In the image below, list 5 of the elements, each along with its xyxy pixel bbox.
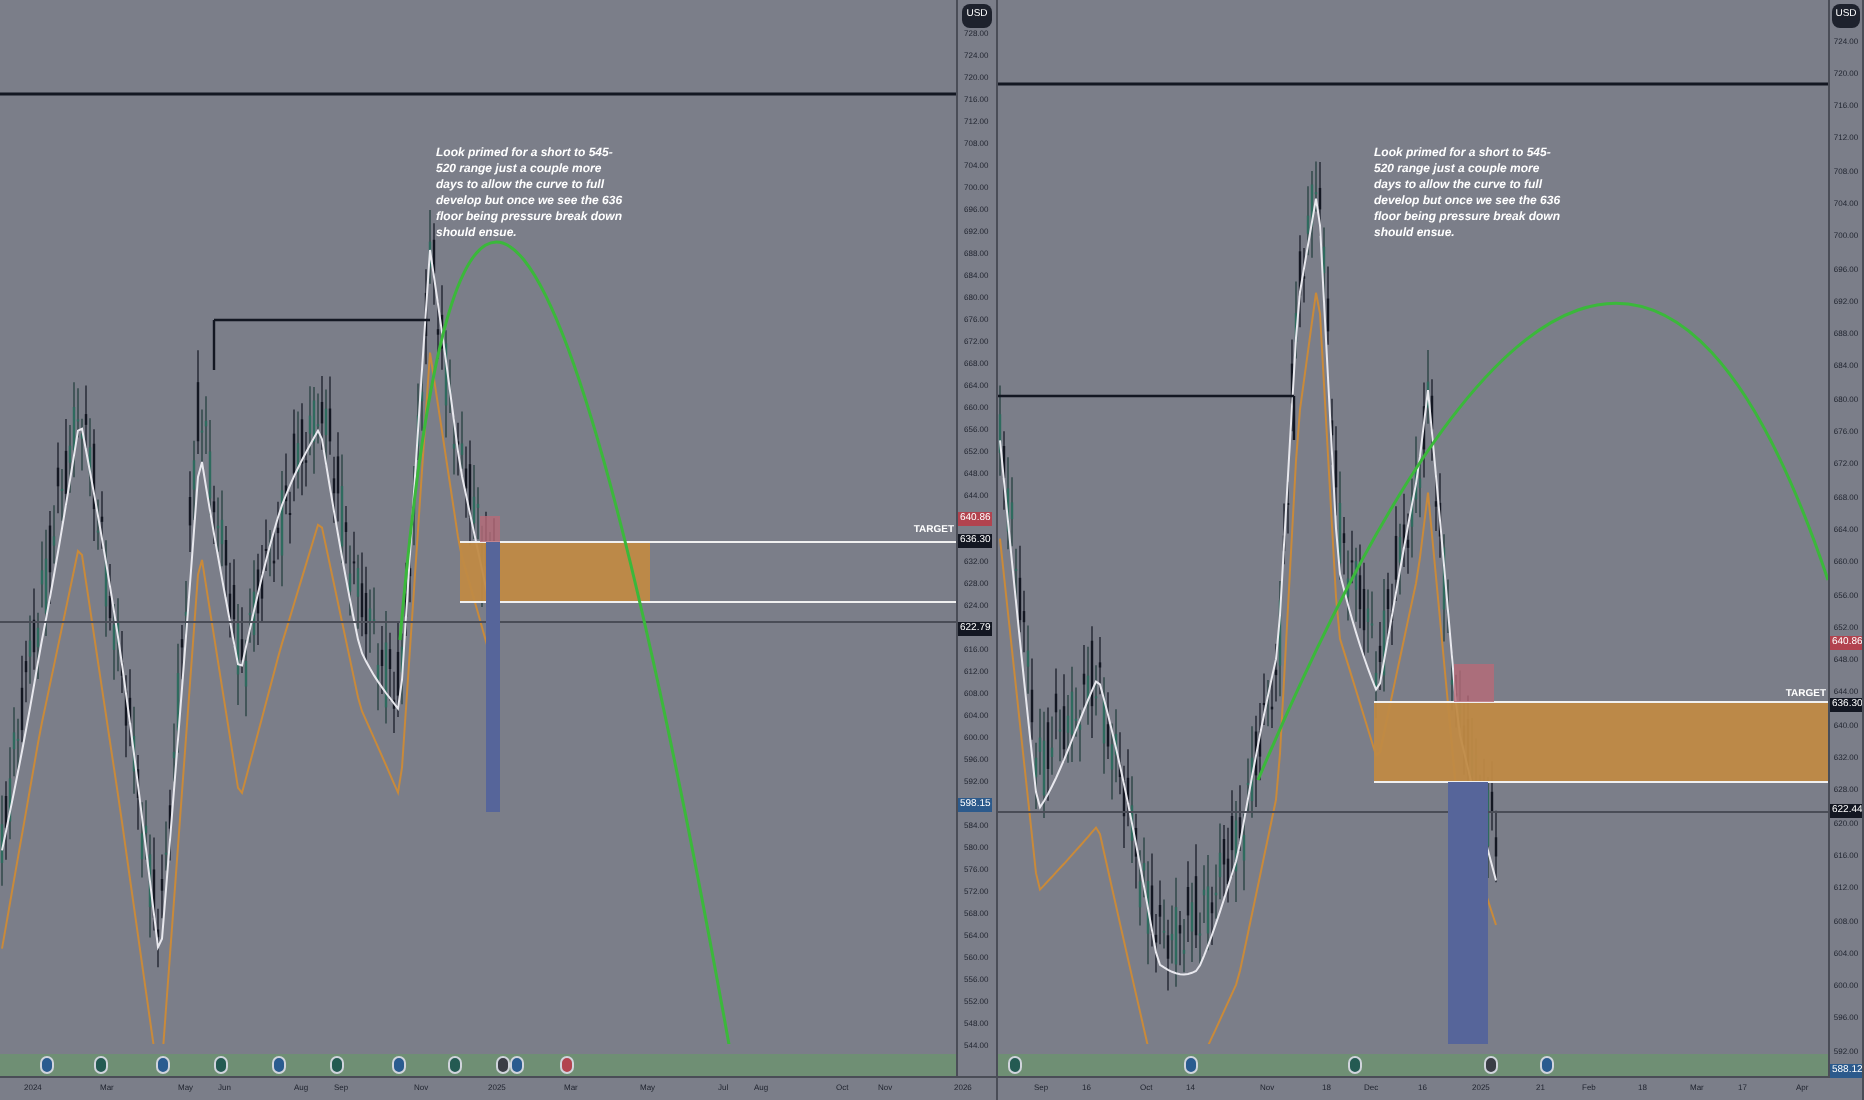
- target-line[interactable]: [1373, 701, 1828, 703]
- target-zone[interactable]: [1374, 702, 1828, 782]
- trend-line[interactable]: [998, 394, 1296, 442]
- trend-line[interactable]: [212, 318, 432, 372]
- target-line[interactable]: [459, 541, 956, 543]
